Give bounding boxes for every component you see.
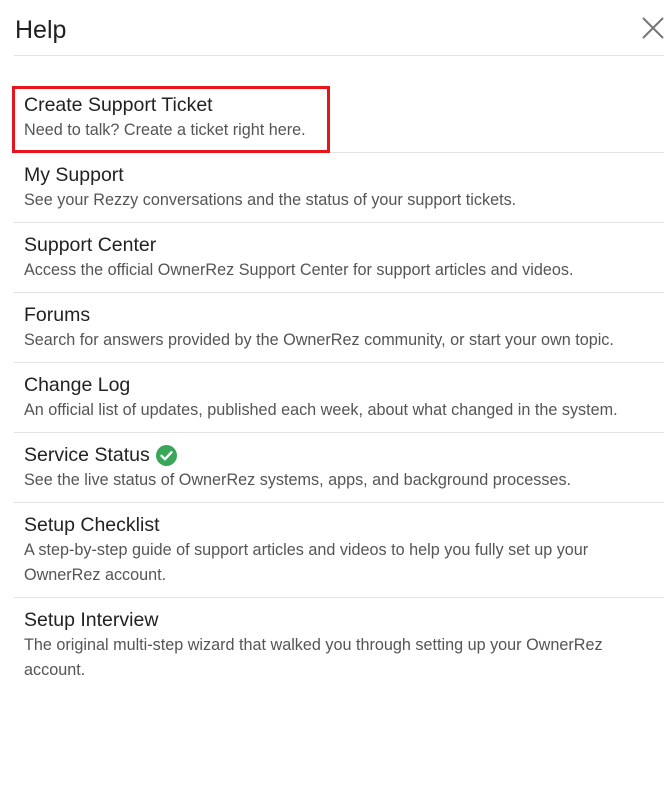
close-button[interactable] [640,15,666,41]
help-item-support-center[interactable]: Support Center Access the official Owner… [14,223,664,293]
help-item-setup-interview[interactable]: Setup Interview The original multi-step … [14,598,664,692]
help-item-service-status[interactable]: Service Status See the live status of Ow… [14,433,664,503]
help-item-description: Access the official OwnerRez Support Cen… [24,261,574,279]
help-item-title: Support Center [24,234,157,256]
help-item-title: Create Support Ticket [24,94,213,116]
help-item-title-row: Service Status [24,442,664,468]
help-item-description: See your Rezzy conversations and the sta… [24,191,517,209]
help-item-forums[interactable]: Forums Search for answers provided by th… [14,293,664,363]
help-item-description: A step-by-step guide of support articles… [24,541,589,584]
help-item-description: See the live status of OwnerRez systems,… [24,471,572,489]
help-item-title: Change Log [24,374,131,396]
help-item-change-log[interactable]: Change Log An official list of updates, … [14,363,664,433]
help-item-title: My Support [24,164,124,186]
help-item-description: Search for answers provided by the Owner… [24,331,614,349]
help-menu-list: Create Support Ticket Need to talk? Crea… [12,83,664,692]
close-icon [642,17,664,39]
help-item-title: Setup Checklist [24,514,160,536]
help-item-description: An official list of updates, published e… [24,401,618,419]
help-item-setup-checklist[interactable]: Setup Checklist A step-by-step guide of … [14,503,664,598]
help-item-title: Setup Interview [24,609,159,631]
help-header: Help [14,0,664,56]
help-item-description: The original multi-step wizard that walk… [24,636,603,679]
help-item-title: Service Status [24,444,150,466]
help-item-create-support-ticket[interactable]: Create Support Ticket Need to talk? Crea… [12,83,664,153]
page-title: Help [15,16,67,44]
check-circle-icon [155,444,177,466]
help-item-description: Need to talk? Create a ticket right here… [24,121,306,139]
help-item-my-support[interactable]: My Support See your Rezzy conversations … [14,153,664,223]
help-item-title: Forums [24,304,91,326]
